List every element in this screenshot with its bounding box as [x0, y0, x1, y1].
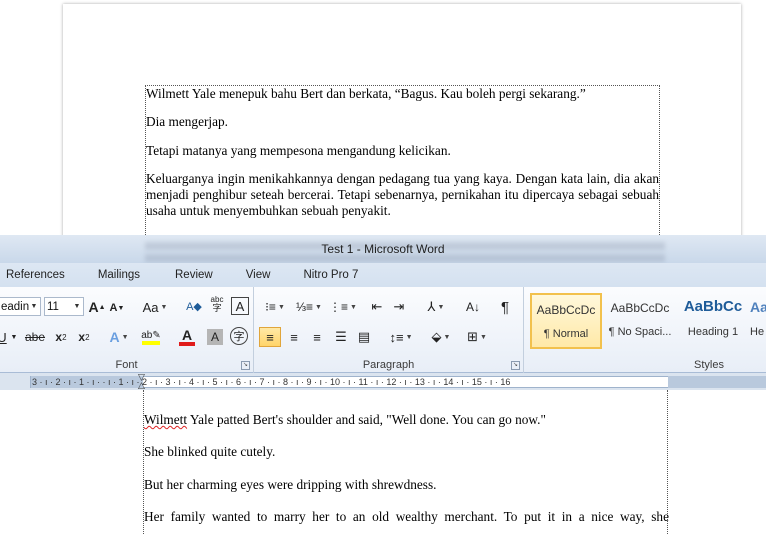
underline-button[interactable]: U: [0, 327, 8, 347]
subscript-button[interactable]: x2: [52, 327, 70, 347]
font-size-combo[interactable]: 11 ▼: [44, 297, 84, 316]
borders-button[interactable]: ⊞ ▼: [462, 327, 492, 347]
font-group: eadin ▼ 11 ▼ A ▲ A ▼ Aa ▼ A◆ abc 字 A U ▼ abe…: [0, 287, 254, 373]
font-color-button[interactable]: A: [172, 327, 202, 347]
style-no-spacing[interactable]: AaBbCcDc ¶ No Spaci...: [604, 293, 676, 349]
document-background: Wilmett Yale menepuk bahu Bert dan berka…: [0, 0, 766, 245]
distributed-button[interactable]: ▤: [354, 327, 374, 347]
paragraph-2-id: Dia mengerjap.: [146, 114, 228, 129]
style-normal[interactable]: AaBbCcDc ¶ Normal: [530, 293, 602, 349]
paragraph-group: ⁝≡ ▼ ⅓≡ ▼ ⋮≡ ▼ ⇤ ⇥ ⅄ ▼ A↓ ¶ ≡ ≡ ≡ ☰ ▤ ↕≡ ▼ ⬙ ▼…: [254, 287, 524, 373]
indent-marker-icon[interactable]: ▽ △: [138, 373, 145, 390]
paragraph-1-rest: Yale patted Bert's shoulder and said, "W…: [187, 412, 546, 427]
styles-group-label: Styles: [694, 359, 724, 371]
align-right-button[interactable]: ≡: [307, 327, 327, 347]
style-name: ¶ No Spaci...: [608, 326, 672, 338]
phonetic-guide-icon[interactable]: abc 字: [208, 294, 226, 314]
paragraph-group-label: Paragraph: [362, 359, 415, 371]
style-sample: AaBbCcDc: [536, 303, 596, 317]
highlight-color-button[interactable]: ab✎: [136, 327, 166, 347]
tab-references[interactable]: References: [0, 263, 78, 287]
paragraph-4-id: Keluarganya ingin menikahkannya dengan p…: [146, 171, 659, 218]
asian-layout-button[interactable]: ⅄ ▼: [422, 297, 450, 317]
shading-button[interactable]: ⬙ ▼: [426, 327, 456, 347]
paragraph-1-id: Wilmett Yale menepuk bahu Bert dan berka…: [146, 86, 586, 101]
style-name: He: [750, 326, 765, 338]
justify-button[interactable]: ☰: [331, 327, 351, 347]
multilevel-list-button[interactable]: ⋮≡ ▼: [328, 297, 358, 317]
ribbon-tabs: References Mailings Review View Nitro Pr…: [0, 263, 766, 287]
title-bar: Test 1 - Microsoft Word: [0, 235, 766, 263]
enclose-characters-icon[interactable]: 字: [230, 327, 248, 345]
shrink-font-button[interactable]: A ▼: [108, 298, 126, 318]
paragraph-1-en: Wilmett Yale patted Bert's shoulder and …: [144, 412, 669, 428]
tab-mailings[interactable]: Mailings: [78, 263, 153, 287]
horizontal-ruler[interactable]: 3 · ı · 2 · ı · 1 · ı · · ı · 1 · ı · 2 …: [0, 373, 766, 390]
character-border-icon[interactable]: A: [231, 297, 249, 315]
increase-indent-icon[interactable]: ⇥: [390, 297, 408, 317]
font-dialog-launcher[interactable]: ↘: [241, 361, 250, 370]
highlighter-icon: ab✎: [141, 329, 161, 341]
paragraph-3-en: But her charming eyes were dripping with…: [144, 477, 437, 492]
bullets-button[interactable]: ⁝≡ ▼: [260, 297, 290, 317]
numbering-button[interactable]: ⅓≡ ▼: [294, 297, 324, 317]
styles-group: AaBbCcDc ¶ Normal AaBbCcDc ¶ No Spaci...…: [524, 287, 766, 373]
text-frame[interactable]: Wilmett Yale patted Bert's shoulder and …: [143, 390, 669, 534]
paragraph-4-en: Her family wanted to marry her to an old…: [144, 509, 669, 524]
clear-formatting-icon[interactable]: A◆: [184, 296, 204, 316]
tab-nitro-pro[interactable]: Nitro Pro 7: [283, 263, 371, 287]
superscript-button[interactable]: x2: [75, 327, 93, 347]
change-case-button[interactable]: Aa ▼: [142, 297, 168, 317]
paragraph-2-en: She blinked quite cutely.: [144, 444, 276, 459]
style-sample: Aa: [750, 299, 766, 315]
line-spacing-button[interactable]: ↕≡ ▼: [386, 327, 416, 347]
font-name-value: eadin: [1, 300, 30, 313]
paragraph-3-id: Tetapi matanya yang mempesona mengandung…: [146, 143, 451, 158]
align-center-button[interactable]: ≡: [284, 327, 304, 347]
chevron-down-icon: ▼: [73, 303, 81, 310]
style-sample: AaBbCc: [683, 298, 743, 315]
font-name-combo[interactable]: eadin ▼: [0, 297, 41, 316]
style-heading-1[interactable]: AaBbCc Heading 1: [677, 293, 749, 349]
tab-review[interactable]: Review: [153, 263, 226, 287]
underline-dropdown[interactable]: ▼: [10, 327, 18, 347]
window-title: Test 1 - Microsoft Word: [321, 242, 445, 256]
show-hide-marks-icon[interactable]: ¶: [496, 297, 514, 317]
tab-view[interactable]: View: [226, 263, 284, 287]
align-left-button[interactable]: ≡: [259, 327, 281, 347]
font-group-label: Font: [115, 359, 138, 371]
decrease-indent-icon[interactable]: ⇤: [368, 297, 386, 317]
grow-font-button[interactable]: A ▲: [88, 297, 106, 317]
document-page: Wilmett Yale patted Bert's shoulder and …: [0, 390, 766, 534]
text-frame-top[interactable]: Wilmett Yale menepuk bahu Bert dan berka…: [145, 85, 660, 245]
ribbon: eadin ▼ 11 ▼ A ▲ A ▼ Aa ▼ A◆ abc 字 A U ▼ abe…: [0, 287, 766, 373]
font-size-value: 11: [47, 300, 59, 313]
word-window: Test 1 - Microsoft Word References Maili…: [0, 235, 766, 534]
text-effects-button[interactable]: A ▼: [106, 327, 132, 347]
style-name: Heading 1: [687, 326, 739, 338]
character-shading-icon[interactable]: A: [207, 329, 223, 345]
spelling-error-word[interactable]: Wilmett: [144, 412, 187, 427]
style-heading-2[interactable]: Aa He: [750, 293, 766, 349]
paragraph-dialog-launcher[interactable]: ↘: [511, 361, 520, 370]
chevron-down-icon: ▼: [30, 303, 38, 310]
style-name: ¶ Normal: [543, 328, 589, 340]
sort-icon[interactable]: A↓: [462, 297, 484, 317]
style-sample: AaBbCcDc: [610, 301, 670, 315]
strikethrough-button[interactable]: abe: [24, 327, 46, 347]
